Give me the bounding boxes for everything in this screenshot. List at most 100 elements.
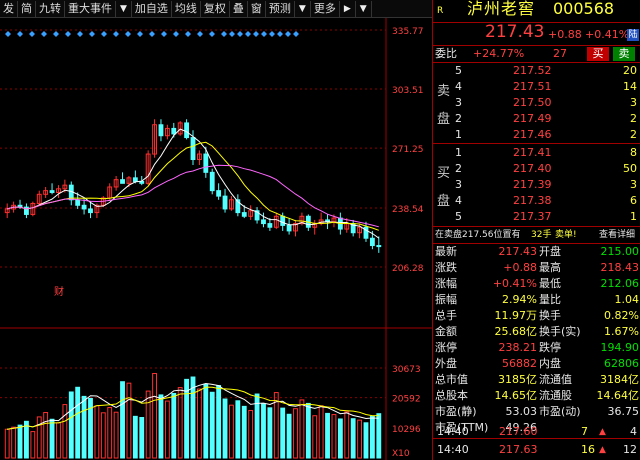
event-diamond-icon bbox=[221, 31, 227, 37]
bid-row[interactable]: 5 217.37 1 bbox=[433, 209, 640, 225]
ask-row[interactable]: 2 217.49 2 bbox=[433, 111, 640, 127]
forecast-button[interactable]: 预测 bbox=[266, 0, 295, 17]
jiuzhuan-button[interactable]: 九转 bbox=[36, 0, 65, 17]
volume-bar bbox=[56, 422, 61, 459]
price-change-pct: +0.41% bbox=[585, 28, 630, 41]
volume-bar bbox=[267, 407, 273, 459]
volume-bar bbox=[312, 415, 318, 459]
up-arrow-icon: ▲ bbox=[599, 445, 606, 455]
volume-bar bbox=[190, 376, 196, 459]
candle-body bbox=[203, 153, 209, 173]
stat-value: +0.88 bbox=[503, 261, 537, 274]
stat-label: 最低 bbox=[539, 277, 561, 290]
detail-link[interactable]: 查看详细 bbox=[599, 227, 635, 243]
stat-value: 14.64亿 bbox=[596, 389, 640, 402]
ask-row[interactable]: 5 217.52 20 bbox=[433, 63, 640, 79]
stat-value: 62806 bbox=[604, 357, 639, 370]
candle-body bbox=[267, 223, 273, 228]
stat-label: 流通股 bbox=[539, 389, 572, 402]
tick-volume: 16 bbox=[581, 443, 595, 456]
forecast-dropdown-icon[interactable]: ▼ bbox=[295, 0, 311, 17]
ask-row[interactable]: 3 217.50 3 bbox=[433, 95, 640, 111]
bid-volume: 50 bbox=[623, 162, 637, 175]
volume-bar bbox=[11, 426, 17, 459]
volume-bar bbox=[139, 417, 145, 459]
stat-label: 市盈(静) bbox=[435, 405, 477, 418]
event-diamond-icon bbox=[77, 31, 83, 37]
volume-bar bbox=[152, 372, 157, 459]
price-axis-label: 271.25 bbox=[392, 145, 424, 155]
buy-side-label-1: 买 bbox=[437, 166, 451, 181]
ask-row[interactable]: 1 217.46 2 bbox=[433, 127, 640, 143]
volume-bar bbox=[158, 394, 164, 459]
buy-button[interactable]: 买 bbox=[587, 47, 609, 61]
bid-volume: 1 bbox=[630, 210, 637, 223]
bid-volume: 8 bbox=[630, 146, 637, 159]
tick-row: 14:40 217.60 7 ▲ 4 bbox=[433, 424, 640, 440]
ask-level: 1 bbox=[455, 128, 462, 141]
up-arrow-icon: ▲ bbox=[599, 427, 606, 437]
volume-bar bbox=[68, 391, 74, 459]
ask-row[interactable]: 4 217.51 14 bbox=[433, 79, 640, 95]
jian-button[interactable]: 简 bbox=[18, 0, 36, 17]
volume-bar bbox=[318, 405, 324, 459]
volume-bar bbox=[30, 431, 36, 459]
volume-bar bbox=[81, 395, 87, 459]
candle-body bbox=[120, 179, 125, 184]
tick-volume: 7 bbox=[581, 425, 588, 438]
stock-name: 泸州老窖 bbox=[467, 0, 536, 18]
adjust-button[interactable]: 复权 bbox=[201, 0, 230, 17]
buy-side-label-2: 盘 bbox=[437, 194, 451, 209]
ask-volume: 2 bbox=[630, 128, 637, 141]
bid-level: 2 bbox=[455, 162, 462, 175]
bid-row[interactable]: 1 217.41 8 bbox=[433, 145, 640, 161]
major-events-dropdown-icon[interactable]: ▼ bbox=[116, 0, 132, 17]
volume-bar bbox=[24, 420, 29, 459]
stat-value: 3185亿 bbox=[498, 373, 537, 386]
weicha-value: 27 bbox=[553, 47, 567, 60]
stat-label: 涨停 bbox=[435, 341, 457, 354]
finance-marker: 财 bbox=[54, 285, 64, 298]
volume-bar bbox=[305, 402, 311, 459]
candle-body bbox=[171, 127, 177, 135]
volume-bar bbox=[132, 415, 138, 459]
kline-chart[interactable]: 206.28 238.54 271.25 303.51 335.77 30673 20592… bbox=[0, 18, 432, 460]
stat-value: 238.21 bbox=[498, 341, 538, 354]
candle-body bbox=[158, 124, 164, 137]
bid-row[interactable]: 4 217.38 6 bbox=[433, 193, 640, 209]
overlay-button[interactable]: 叠 bbox=[230, 0, 248, 17]
major-events-button[interactable]: 重大事件 bbox=[65, 0, 116, 17]
stat-label: 总手 bbox=[435, 309, 457, 322]
bid-level: 5 bbox=[455, 210, 462, 223]
bid-price: 217.38 bbox=[513, 194, 552, 207]
price-axis-label: 335.77 bbox=[392, 27, 424, 37]
next-icon[interactable]: ▶ bbox=[340, 0, 356, 17]
bid-price: 217.37 bbox=[513, 210, 552, 223]
stat-row: 涨幅 +0.41% 最低 212.06 bbox=[433, 276, 640, 292]
window-button[interactable]: 窗 bbox=[248, 0, 266, 17]
volume-bar bbox=[331, 414, 337, 459]
sell-button[interactable]: 卖 bbox=[613, 47, 635, 61]
ma-button[interactable]: 均线 bbox=[172, 0, 201, 17]
candle-body bbox=[286, 224, 292, 232]
bid-row[interactable]: 2 217.40 50 bbox=[433, 161, 640, 177]
event-diamond-icon bbox=[285, 31, 291, 37]
price-line: 217.43 +0.88 +0.41% 陆 bbox=[433, 24, 640, 44]
candle-body bbox=[132, 177, 138, 182]
fa-button[interactable]: 发 bbox=[0, 0, 18, 17]
tick-time: 14:40 bbox=[437, 443, 469, 456]
event-diamond-icon bbox=[29, 31, 35, 37]
bid-row[interactable]: 3 217.39 3 bbox=[433, 177, 640, 193]
more-button[interactable]: 更多 bbox=[311, 0, 340, 17]
weibi-label: 委比 bbox=[435, 47, 457, 60]
add-watchlist-button[interactable]: 加自选 bbox=[132, 0, 172, 17]
stat-label: 涨跌 bbox=[435, 261, 457, 274]
stat-label: 换手(实) bbox=[539, 325, 581, 338]
ask-volume: 14 bbox=[623, 80, 637, 93]
collapse-icon[interactable]: ▼ bbox=[356, 0, 372, 17]
event-diamond-icon bbox=[53, 31, 59, 37]
volume-bar bbox=[145, 390, 151, 459]
stat-label: 量比 bbox=[539, 293, 561, 306]
ma20-line bbox=[7, 164, 379, 228]
stat-value: 212.06 bbox=[600, 277, 640, 290]
